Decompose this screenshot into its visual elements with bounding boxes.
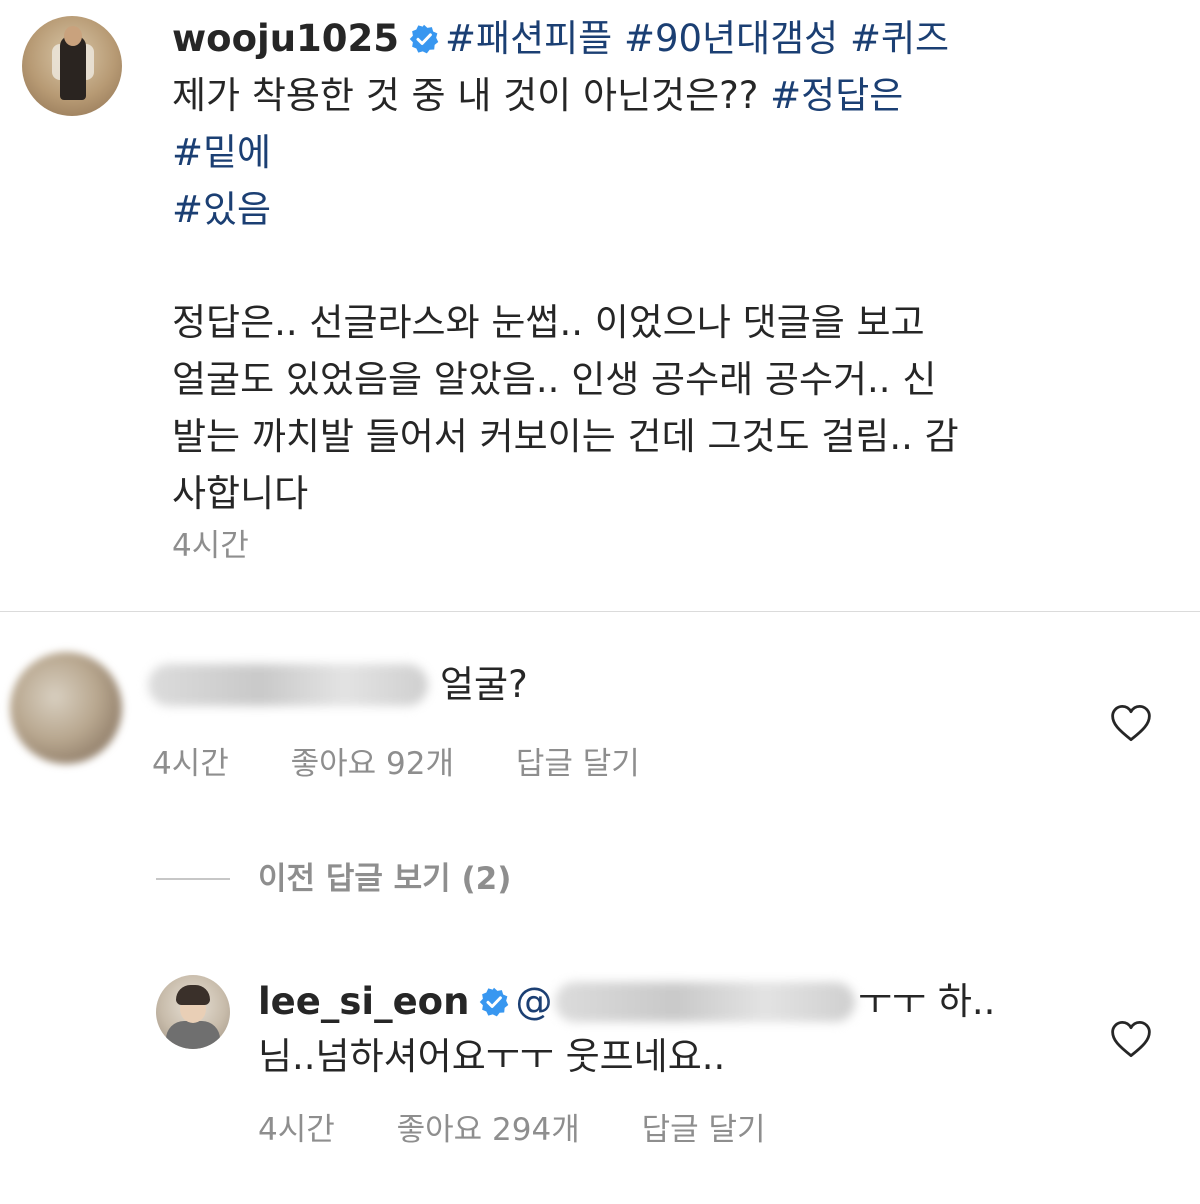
- commenter-avatar-blurred[interactable]: [10, 652, 122, 764]
- reply-text-line-2: 님..넘하셔어요ㅜㅜ 웃프네요..: [258, 1035, 726, 1078]
- verified-badge-icon: [480, 987, 509, 1017]
- hashtag-link[interactable]: #있음: [172, 181, 271, 238]
- reply-line-1: lee_si_eon @: [258, 974, 552, 1029]
- replies-divider-line: [156, 878, 230, 880]
- reply-button[interactable]: 답글 달기: [516, 738, 640, 783]
- caption-body-line: 발는 까치발 들어서 커보이는 건데 그것도 걸림.. 감: [172, 415, 959, 458]
- view-previous-replies-button[interactable]: 이전 답글 보기 (2): [258, 858, 511, 900]
- mentioned-username-blurred[interactable]: [555, 982, 855, 1022]
- reply-username[interactable]: lee_si_eon: [258, 980, 469, 1023]
- reply-author-avatar[interactable]: [156, 975, 230, 1049]
- caption-body-line: 정답은.. 선글라스와 눈썹.. 이었으나 댓글을 보고: [172, 301, 925, 344]
- caption-text: 제가 착용한 것 중 내 것이 아닌것은??: [172, 74, 771, 117]
- caption-body-line: 사합니다: [172, 472, 309, 515]
- hashtag-link[interactable]: #밑에: [172, 124, 271, 181]
- avatar-figure-shirt: [166, 1021, 220, 1049]
- caption-body: 정답은.. 선글라스와 눈썹.. 이었으나 댓글을 보고 얼굴도 있었음을 알았…: [172, 294, 1052, 522]
- comment-like-count[interactable]: 좋아요 92개: [291, 738, 454, 783]
- caption-body-line: 얼굴도 있었음을 알았음.. 인생 공수래 공수거.. 신: [172, 358, 937, 401]
- reply-meta: 4시간 좋아요 294개 답글 달기: [258, 1104, 766, 1149]
- reply-button[interactable]: 답글 달기: [642, 1104, 766, 1149]
- reply-timestamp: 4시간: [258, 1112, 335, 1148]
- comment-text: 얼굴?: [440, 663, 528, 706]
- reply-text-line-1: ㅜㅜ 하..: [858, 980, 996, 1023]
- caption-username[interactable]: wooju1025: [172, 17, 399, 60]
- commenter-username-blurred[interactable]: [148, 664, 428, 706]
- comment-meta: 4시간 좋아요 92개 답글 달기: [152, 738, 640, 783]
- caption-header-line: wooju1025 #패션피플 #90년대갬성 #퀴즈: [172, 10, 949, 67]
- hashtag-link[interactable]: #정답은: [770, 74, 903, 117]
- caption-hashtags[interactable]: #패션피플 #90년대갬성 #퀴즈: [445, 17, 949, 60]
- verified-badge-icon: [409, 24, 439, 54]
- caption-timestamp: 4시간: [172, 528, 249, 564]
- heart-icon[interactable]: [1110, 1019, 1152, 1059]
- avatar-figure-hair: [176, 985, 210, 1005]
- caption-author-avatar[interactable]: [22, 16, 122, 116]
- comment-timestamp: 4시간: [152, 746, 229, 782]
- divider: [0, 611, 1200, 612]
- avatar-figure-head: [64, 26, 82, 46]
- mention-at-sign[interactable]: @: [515, 980, 552, 1023]
- caption-line-2: 제가 착용한 것 중 내 것이 아닌것은?? #정답은: [172, 67, 903, 124]
- heart-icon[interactable]: [1110, 703, 1152, 743]
- reply-like-count[interactable]: 좋아요 294개: [397, 1104, 580, 1149]
